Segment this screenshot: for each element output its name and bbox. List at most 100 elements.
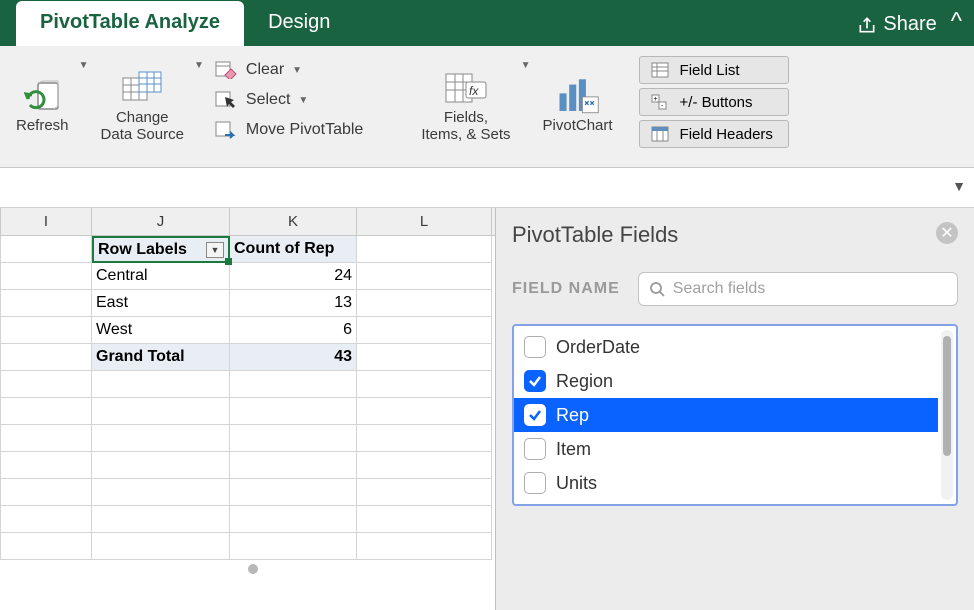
cell[interactable] [230,506,357,533]
move-pivottable-button[interactable]: Move PivotTable [210,118,367,142]
select-button[interactable]: Select ▼ [210,88,367,112]
filter-dropdown-icon[interactable]: ▼ [206,242,224,258]
col-header-k[interactable]: K [230,208,357,235]
field-label: Item [556,439,591,460]
select-label: Select [246,91,290,109]
sheet-scrub-handle[interactable] [248,564,258,574]
tab-design[interactable]: Design [244,1,354,46]
scrollbar[interactable] [941,330,953,500]
cell[interactable] [357,344,492,371]
cell[interactable] [230,371,357,398]
field-item-region[interactable]: Region [514,364,938,398]
col-header-i[interactable]: I [0,208,92,235]
pivot-row-label[interactable]: East [92,290,230,317]
cell[interactable] [357,533,492,560]
cell[interactable] [0,425,92,452]
cell[interactable] [357,479,492,506]
formula-bar-dropdown[interactable]: ▼ [952,178,966,194]
checkbox[interactable] [524,370,546,392]
cell[interactable] [0,452,92,479]
cell[interactable] [357,317,492,344]
share-button[interactable]: Share [857,13,946,46]
cell[interactable] [357,290,492,317]
cell[interactable] [92,452,230,479]
clear-button[interactable]: Clear ▼ [210,58,367,82]
pivot-row-value[interactable]: 6 [230,317,357,344]
checkbox[interactable] [524,336,546,358]
pivotchart-button[interactable]: PivotChart [539,76,617,137]
pivot-row-value[interactable]: 24 [230,263,357,290]
cell[interactable] [92,425,230,452]
checkbox[interactable] [524,438,546,460]
cell[interactable] [357,263,492,290]
fields-items-sets-button[interactable]: fx Fields, Items, & Sets [417,68,514,145]
field-item-units[interactable]: Units [514,466,938,500]
tab-pivottable-analyze[interactable]: PivotTable Analyze [16,1,244,46]
cell[interactable] [230,452,357,479]
count-header-text: Count of Rep [234,240,334,258]
refresh-icon [20,78,64,114]
cell[interactable] [0,398,92,425]
col-header-l[interactable]: L [357,208,492,235]
share-icon [857,15,877,35]
field-list-toggle[interactable]: Field List [639,56,789,84]
change-data-source-button[interactable]: Change Data Source [97,68,188,145]
cell[interactable] [0,344,92,371]
plus-minus-buttons-toggle[interactable]: +- +/- Buttons [639,88,789,116]
field-label: OrderDate [556,337,640,358]
pivot-row-value[interactable]: 13 [230,290,357,317]
cell[interactable] [0,533,92,560]
close-icon[interactable]: ✕ [936,222,958,244]
cell[interactable] [357,236,492,263]
cell[interactable] [357,506,492,533]
pivot-row-label[interactable]: Central [92,263,230,290]
plus-minus-label: +/- Buttons [680,94,753,111]
cell[interactable] [92,371,230,398]
checkbox[interactable] [524,472,546,494]
refresh-button[interactable]: Refresh [12,76,73,137]
dropdown-icon[interactable]: ▼ [521,60,531,71]
scrollbar-thumb[interactable] [943,336,951,456]
pivot-row-label[interactable]: West [92,317,230,344]
search-input[interactable] [673,280,947,298]
grand-total-value[interactable]: 43 [230,344,357,371]
cell[interactable] [230,479,357,506]
dropdown-icon[interactable]: ▼ [194,60,204,71]
clear-label: Clear [246,61,284,79]
cell[interactable] [0,506,92,533]
row-labels-header[interactable]: Row Labels ▼ [92,236,230,263]
cursor-select-icon [214,90,238,110]
cell[interactable] [357,452,492,479]
cell[interactable] [92,479,230,506]
plus-minus-icon: +- [650,93,670,111]
cell[interactable] [357,398,492,425]
cell[interactable] [92,506,230,533]
cell[interactable] [0,479,92,506]
field-item-rep[interactable]: Rep [514,398,938,432]
collapse-ribbon-icon[interactable]: ^ [947,8,974,46]
field-label: Units [556,473,597,494]
cell[interactable] [0,263,92,290]
cell[interactable] [92,533,230,560]
cell[interactable] [0,317,92,344]
grand-total-label[interactable]: Grand Total [92,344,230,371]
field-headers-toggle[interactable]: Field Headers [639,120,789,148]
field-list: OrderDate RegionRep Item Units [514,326,938,504]
cell[interactable] [230,533,357,560]
field-item-orderdate[interactable]: OrderDate [514,330,938,364]
cell[interactable] [357,371,492,398]
field-headers-label: Field Headers [680,126,773,143]
checkbox[interactable] [524,404,546,426]
cell[interactable] [230,425,357,452]
cell[interactable] [230,398,357,425]
cell[interactable] [0,236,92,263]
cell[interactable] [0,371,92,398]
cell[interactable] [0,290,92,317]
count-header[interactable]: Count of Rep [230,236,357,263]
fx-icon: fx [444,70,488,106]
col-header-j[interactable]: J [92,208,230,235]
cell[interactable] [357,425,492,452]
field-item-item[interactable]: Item [514,432,938,466]
search-fields-box[interactable] [638,272,958,306]
cell[interactable] [92,398,230,425]
